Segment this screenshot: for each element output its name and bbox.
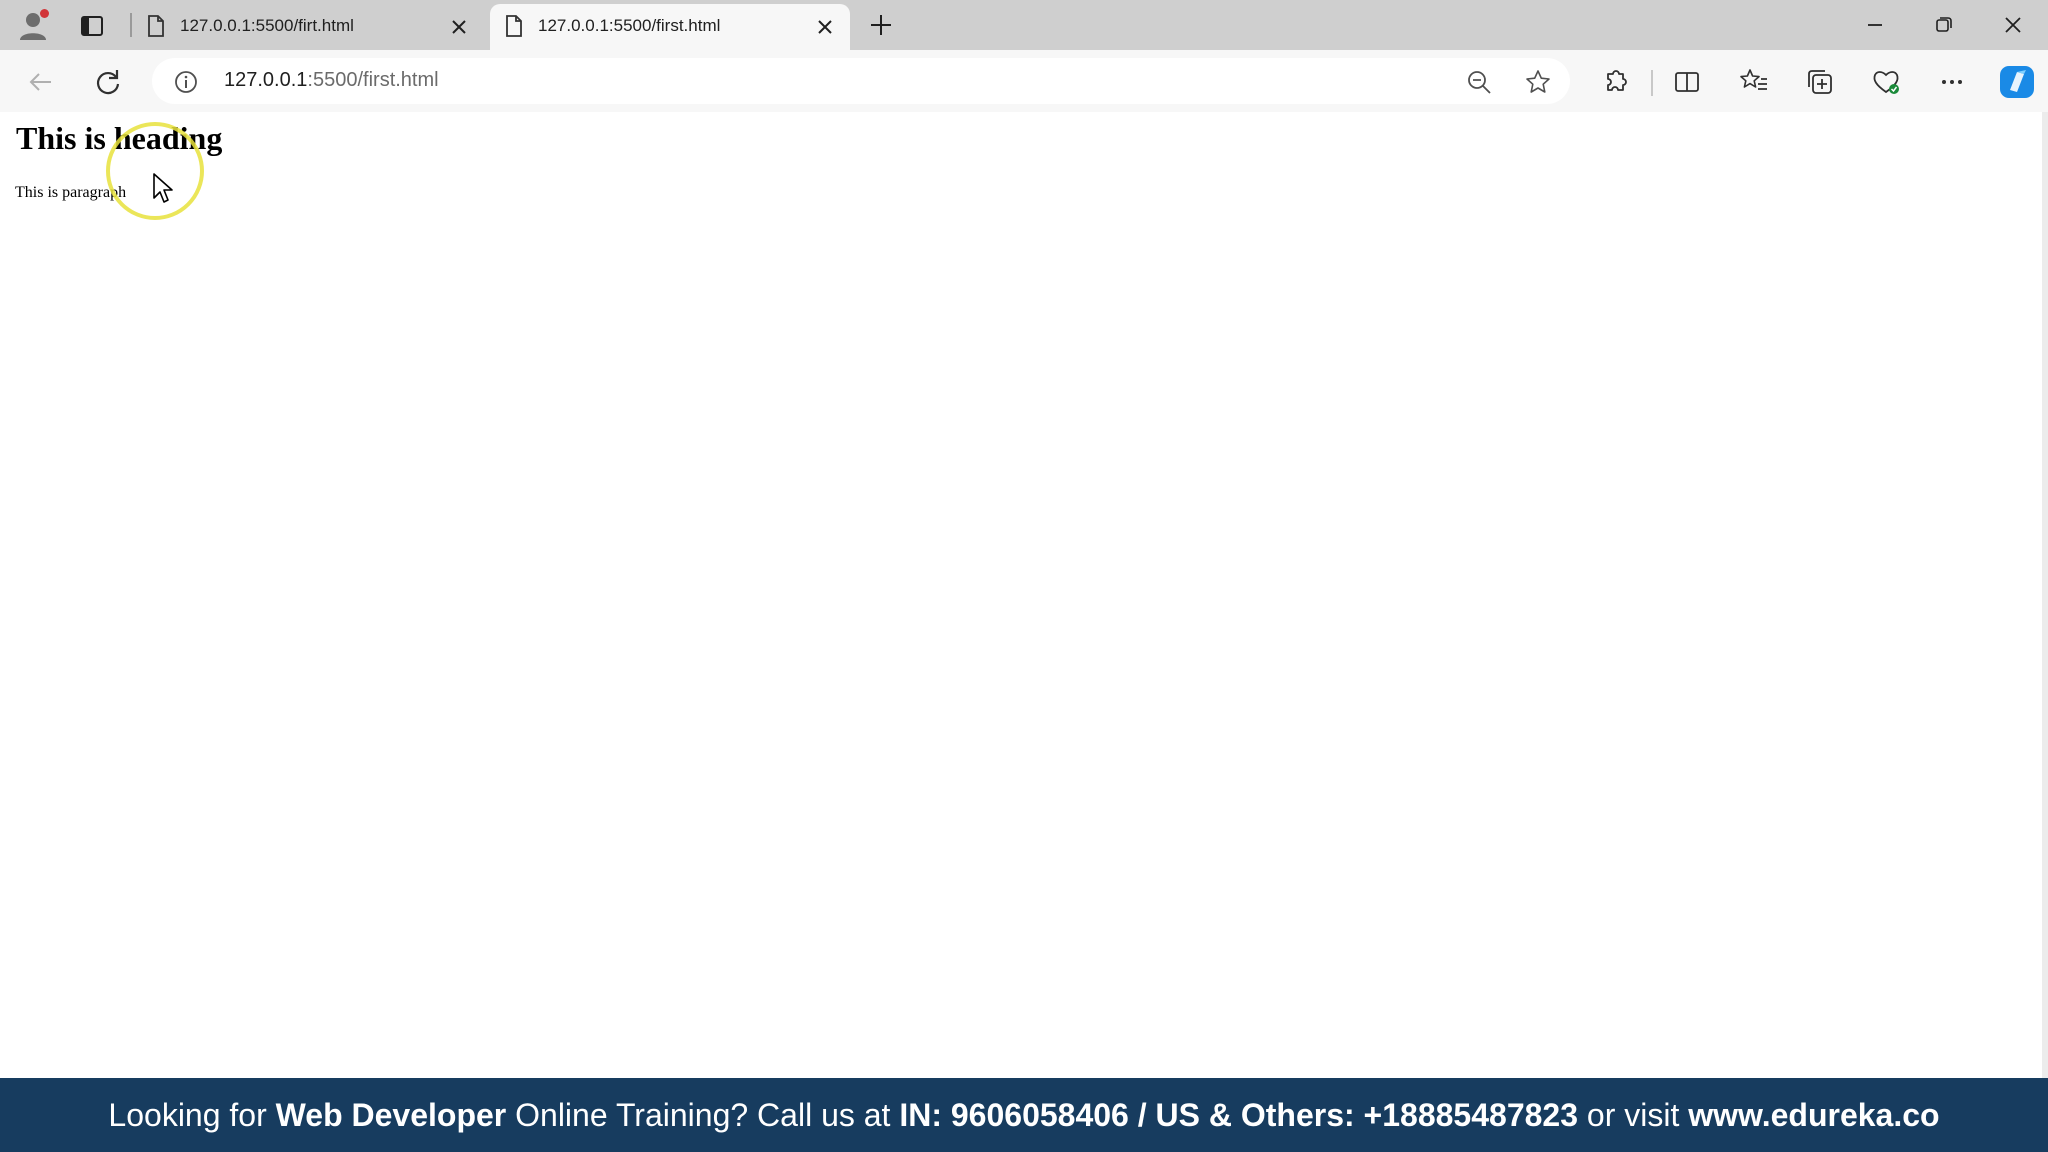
tab-firt[interactable]: 127.0.0.1:5500/firt.html (132, 4, 484, 50)
toolbar-divider (1651, 70, 1653, 96)
split-screen-icon (1675, 72, 1699, 92)
minimize-button[interactable] (1858, 10, 1892, 40)
browser-toolbar: 127.0.0.1:5500/first.html (0, 50, 2048, 112)
tab-actions-button[interactable] (76, 10, 108, 42)
favorites-button[interactable] (1737, 65, 1771, 99)
close-icon (2005, 17, 2021, 33)
url-text[interactable]: 127.0.0.1:5500/first.html (224, 69, 439, 92)
cursor-highlight-ring (106, 122, 204, 220)
banner-phone: IN: 9606058406 / US & Others: +188854878… (899, 1096, 1578, 1133)
extensions-icon (1607, 70, 1627, 91)
close-icon[interactable] (814, 16, 836, 38)
back-button[interactable] (24, 65, 58, 99)
refresh-icon (96, 70, 120, 95)
close-icon[interactable] (448, 16, 470, 38)
tab-title: 127.0.0.1:5500/firt.html (180, 16, 354, 35)
minimize-icon (1868, 24, 1882, 26)
refresh-button[interactable] (91, 65, 125, 99)
new-tab-button[interactable] (866, 10, 896, 40)
copilot-icon (2000, 66, 2034, 98)
star-icon[interactable] (1524, 68, 1552, 96)
info-icon[interactable] (174, 70, 198, 94)
tab-actions-icon (81, 16, 103, 36)
back-icon (29, 73, 51, 91)
more-icon (1942, 80, 1962, 84)
address-bar[interactable]: 127.0.0.1:5500/first.html (152, 58, 1570, 104)
banner-text-3: or visit (1578, 1096, 1689, 1133)
url-host: 127.0.0.1 (224, 69, 308, 91)
banner-text-2: Online Training? Call us at (506, 1096, 900, 1133)
page-icon (506, 15, 522, 37)
copilot-button[interactable] (1997, 62, 2037, 102)
favorites-icon (1740, 69, 1767, 90)
notification-dot (40, 9, 49, 18)
page-icon (148, 15, 164, 37)
tab-title: 127.0.0.1:5500/first.html (538, 16, 721, 35)
browser-essentials-icon (1873, 71, 1899, 94)
promo-banner: Looking for Web Developer Online Trainin… (0, 1078, 2048, 1152)
tab-strip: 127.0.0.1:5500/firt.html 127.0.0.1:5500/… (0, 0, 2048, 50)
zoom-out-icon[interactable] (1466, 69, 1492, 95)
banner-website: www.edureka.co (1688, 1096, 1940, 1133)
page-viewport: This is heading This is paragraph (0, 112, 2048, 1078)
extensions-button[interactable] (1598, 65, 1632, 99)
split-screen-button[interactable] (1670, 65, 1704, 99)
collections-icon (1808, 70, 1832, 94)
tab-first[interactable]: 127.0.0.1:5500/first.html (490, 4, 850, 50)
url-path: :5500/first.html (307, 69, 439, 91)
plus-icon (871, 15, 891, 35)
banner-text-1: Looking for (108, 1096, 276, 1133)
browser-essentials-button[interactable] (1869, 65, 1903, 99)
close-window-button[interactable] (1996, 10, 2030, 40)
mouse-cursor-icon (153, 173, 173, 203)
restore-button[interactable] (1926, 10, 1960, 40)
banner-course: Web Developer (275, 1096, 507, 1133)
restore-icon (1936, 17, 1952, 32)
collections-button[interactable] (1803, 65, 1837, 99)
more-button[interactable] (1935, 65, 1969, 99)
